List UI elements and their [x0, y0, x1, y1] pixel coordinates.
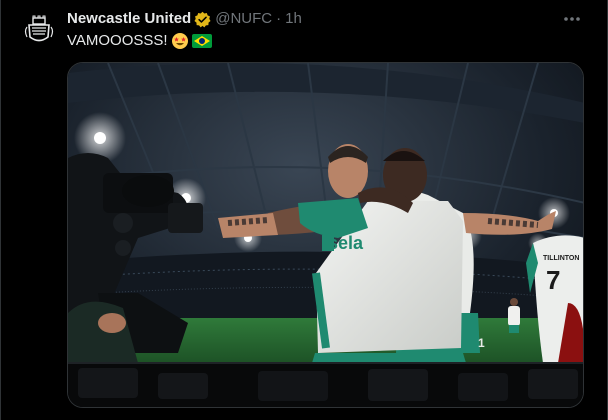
verified-badge-icon: [194, 11, 211, 28]
tweet-body: VAMOOOSSS!: [67, 32, 168, 49]
avatar[interactable]: [19, 9, 59, 49]
separator-dot: ·: [276, 10, 282, 27]
tweet-header: Newcastle United @NUFC · 1h: [67, 9, 587, 29]
tweet-text: VAMOOOSSS!: [67, 31, 212, 51]
display-name[interactable]: Newcastle United: [67, 9, 191, 29]
svg-text:1: 1: [478, 336, 485, 350]
tweet-media-photo[interactable]: 7 TILLINTON 1 sela: [67, 62, 584, 408]
timestamp[interactable]: 1h: [285, 9, 302, 29]
brazil-flag-emoji-icon: [191, 34, 212, 48]
foreground-cameras: [68, 362, 583, 407]
more-options-icon[interactable]: [557, 9, 587, 29]
star-struck-emoji-icon: [171, 32, 189, 50]
handle[interactable]: @NUFC: [215, 9, 272, 29]
shirt-name: TILLINTON: [543, 255, 579, 262]
shirt-number: 7: [546, 265, 560, 295]
newcastle-crest-icon: [24, 15, 54, 42]
celebration-photo: 7 TILLINTON 1 sela: [68, 63, 583, 407]
tweet-card[interactable]: Newcastle United @NUFC · 1h VAMOOOSSS! 7…: [0, 0, 608, 420]
